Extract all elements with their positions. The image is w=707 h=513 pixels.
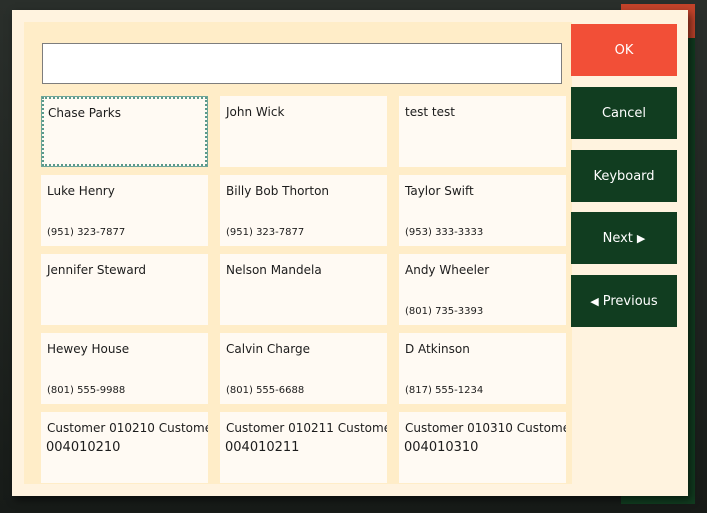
customer-grid: Chase Parks John Wick test test Luke Hen… (41, 96, 571, 483)
keyboard-button[interactable]: Keyboard (571, 150, 677, 202)
customer-name: John Wick (226, 105, 285, 119)
keyboard-label: Keyboard (593, 168, 655, 184)
customer-name: Jennifer Steward (47, 263, 147, 277)
customer-name: Luke Henry (47, 184, 115, 198)
customer-code: 004010211 (225, 440, 300, 455)
customer-name: Billy Bob Thorton (226, 184, 330, 198)
customer-card[interactable]: test test (399, 96, 566, 167)
customer-name: Andy Wheeler (405, 263, 490, 277)
customer-phone: (951) 323-7877 (226, 227, 305, 238)
cancel-button[interactable]: Cancel (571, 87, 677, 139)
left-triangle-icon: ◀ (590, 294, 599, 308)
customer-name: Customer 010211 Customer 010211 (226, 421, 387, 435)
customer-card[interactable]: Chase Parks (41, 96, 208, 167)
previous-button[interactable]: ◀ Previous (571, 275, 677, 327)
customer-phone: (801) 555-9988 (47, 385, 126, 396)
customer-card[interactable]: Jennifer Steward (41, 254, 208, 325)
customer-name: Hewey House (47, 342, 130, 356)
next-button[interactable]: Next ▶ (571, 212, 677, 264)
customer-card[interactable]: Nelson Mandela (220, 254, 387, 325)
customer-name: Chase Parks (48, 106, 121, 120)
customer-name: Calvin Charge (226, 342, 310, 356)
previous-label: Previous (602, 293, 658, 309)
right-triangle-icon: ▶ (636, 231, 646, 245)
customer-phone: (817) 555-1234 (405, 385, 484, 396)
next-label: Next (602, 230, 633, 246)
customer-card[interactable]: Taylor Swift (953) 333-3333 (399, 175, 566, 246)
customer-card[interactable]: Calvin Charge (801) 555-6688 (220, 333, 387, 404)
cancel-label: Cancel (601, 105, 647, 121)
customer-card[interactable]: Customer 010310 Customer 010310 004010310 (399, 412, 566, 483)
customer-phone: (953) 333-3333 (405, 227, 484, 238)
customer-card[interactable]: Billy Bob Thorton (951) 323-7877 (220, 175, 387, 246)
customer-code: 004010310 (404, 440, 479, 455)
customer-name: Taylor Swift (405, 184, 474, 198)
customer-card[interactable]: Andy Wheeler (801) 735-3393 (399, 254, 566, 325)
customer-card[interactable]: D Atkinson (817) 555-1234 (399, 333, 566, 404)
customer-card[interactable]: John Wick (220, 96, 387, 167)
customer-phone: (801) 555-6688 (226, 385, 305, 396)
ok-label: OK (614, 42, 634, 58)
customer-card[interactable]: Customer 010210 Customer 010210 004010210 (41, 412, 208, 483)
customer-phone: (801) 735-3393 (405, 306, 484, 317)
search-input[interactable] (42, 43, 562, 84)
customer-card[interactable]: Hewey House (801) 555-9988 (41, 333, 208, 404)
ok-button[interactable]: OK (571, 24, 677, 76)
customer-picker-dialog: Chase Parks John Wick test test Luke Hen… (12, 10, 688, 496)
customer-name: Customer 010210 Customer 010210 (47, 421, 208, 435)
customer-name: test test (405, 105, 455, 119)
customer-name: Nelson Mandela (226, 263, 322, 277)
customer-code: 004010210 (46, 440, 121, 455)
customer-phone: (951) 323-7877 (47, 227, 126, 238)
customer-card[interactable]: Luke Henry (951) 323-7877 (41, 175, 208, 246)
customer-name: Customer 010310 Customer 010310 (405, 421, 566, 435)
customer-card[interactable]: Customer 010211 Customer 010211 004010211 (220, 412, 387, 483)
customer-name: D Atkinson (405, 342, 470, 356)
customer-list-panel: Chase Parks John Wick test test Luke Hen… (24, 22, 572, 484)
